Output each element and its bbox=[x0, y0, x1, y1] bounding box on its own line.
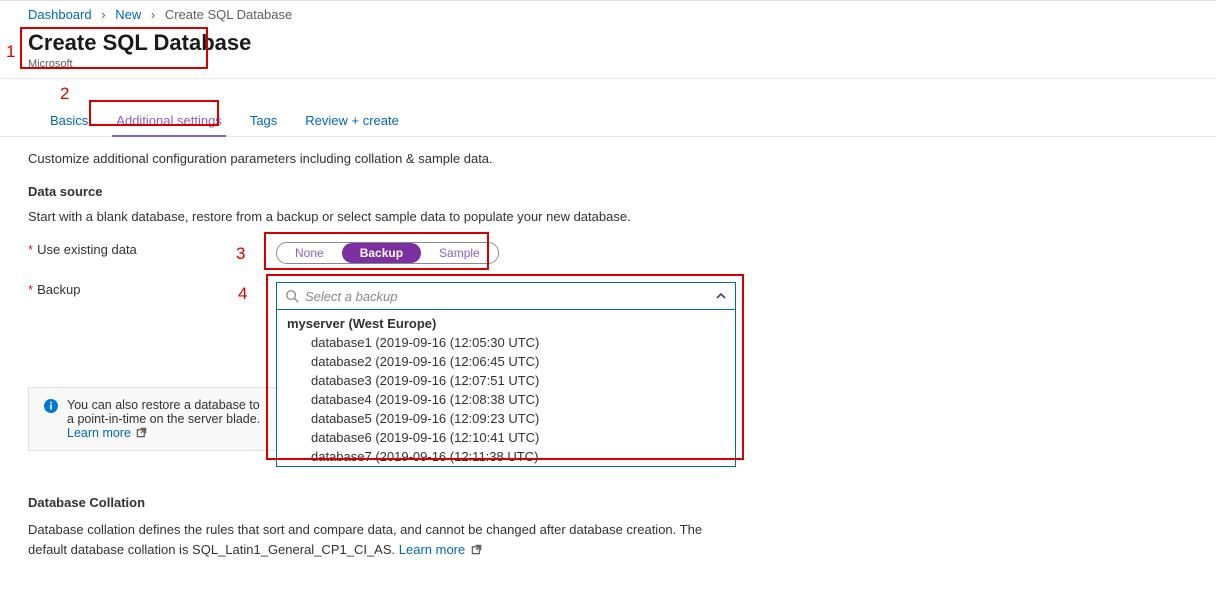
info-callout: You can also restore a database to a poi… bbox=[28, 387, 278, 451]
breadcrumb-link[interactable]: New bbox=[115, 7, 141, 22]
tabs: Basics Additional settings Tags Review +… bbox=[0, 107, 1216, 137]
page-subtitle: Microsoft bbox=[28, 58, 1216, 70]
backup-label: *Backup You can also restore a database … bbox=[28, 282, 276, 451]
required-asterisk: * bbox=[28, 242, 33, 257]
chevron-right-icon: › bbox=[101, 7, 105, 22]
chevron-right-icon: › bbox=[151, 7, 155, 22]
dropdown-item[interactable]: database5 (2019-09-16 (12:09:23 UTC) bbox=[277, 409, 735, 428]
chevron-up-icon bbox=[715, 290, 727, 302]
dropdown-item[interactable]: database6 (2019-09-16 (12:10:41 UTC) bbox=[277, 428, 735, 447]
dropdown-item[interactable]: database3 (2019-09-16 (12:07:51 UTC) bbox=[277, 371, 735, 390]
dropdown-placeholder: Select a backup bbox=[305, 289, 715, 304]
annotation-number: 4 bbox=[238, 284, 247, 304]
tab-tags[interactable]: Tags bbox=[236, 107, 291, 136]
breadcrumb-current: Create SQL Database bbox=[165, 7, 292, 22]
external-link-icon bbox=[136, 427, 147, 438]
intro-text: Customize additional configuration param… bbox=[28, 151, 1120, 166]
external-link-icon bbox=[471, 544, 482, 555]
info-icon bbox=[43, 398, 59, 414]
option-sample[interactable]: Sample bbox=[421, 243, 498, 263]
collation-desc: Database collation defines the rules tha… bbox=[28, 520, 728, 559]
data-source-desc: Start with a blank database, restore fro… bbox=[28, 209, 1120, 224]
dropdown-item[interactable]: database7 (2019-09-16 (12:11:38 UTC) bbox=[277, 447, 735, 466]
dropdown-item[interactable]: database1 (2019-09-16 (12:05:30 UTC) bbox=[277, 333, 735, 352]
page-title: Create SQL Database bbox=[28, 30, 1216, 56]
search-icon bbox=[285, 289, 299, 303]
learn-more-link[interactable]: Learn more bbox=[399, 542, 465, 557]
annotation-number: 2 bbox=[60, 84, 69, 104]
section-heading-collation: Database Collation bbox=[28, 495, 1120, 510]
backup-dropdown-list: myserver (West Europe) database1 (2019-0… bbox=[276, 310, 736, 467]
option-none[interactable]: None bbox=[277, 243, 342, 263]
tab-basics[interactable]: Basics bbox=[36, 107, 102, 136]
dropdown-item[interactable]: database2 (2019-09-16 (12:06:45 UTC) bbox=[277, 352, 735, 371]
required-asterisk: * bbox=[28, 282, 33, 297]
breadcrumb-link[interactable]: Dashboard bbox=[28, 7, 92, 22]
annotation-number: 1 bbox=[6, 42, 15, 62]
dropdown-item[interactable]: database4 (2019-09-16 (12:08:38 UTC) bbox=[277, 390, 735, 409]
tab-additional-settings[interactable]: Additional settings bbox=[102, 107, 236, 136]
backup-dropdown[interactable]: Select a backup bbox=[276, 282, 736, 310]
section-heading-data-source: Data source bbox=[28, 184, 1120, 199]
option-backup[interactable]: Backup bbox=[342, 243, 421, 263]
annotation-number: 3 bbox=[236, 244, 245, 264]
use-existing-data-segmented: None Backup Sample bbox=[276, 242, 499, 264]
breadcrumb: Dashboard › New › Create SQL Database bbox=[0, 1, 1216, 26]
dropdown-group-label: myserver (West Europe) bbox=[277, 310, 735, 333]
tab-review-create[interactable]: Review + create bbox=[291, 107, 413, 136]
learn-more-link[interactable]: Learn more bbox=[67, 426, 131, 440]
